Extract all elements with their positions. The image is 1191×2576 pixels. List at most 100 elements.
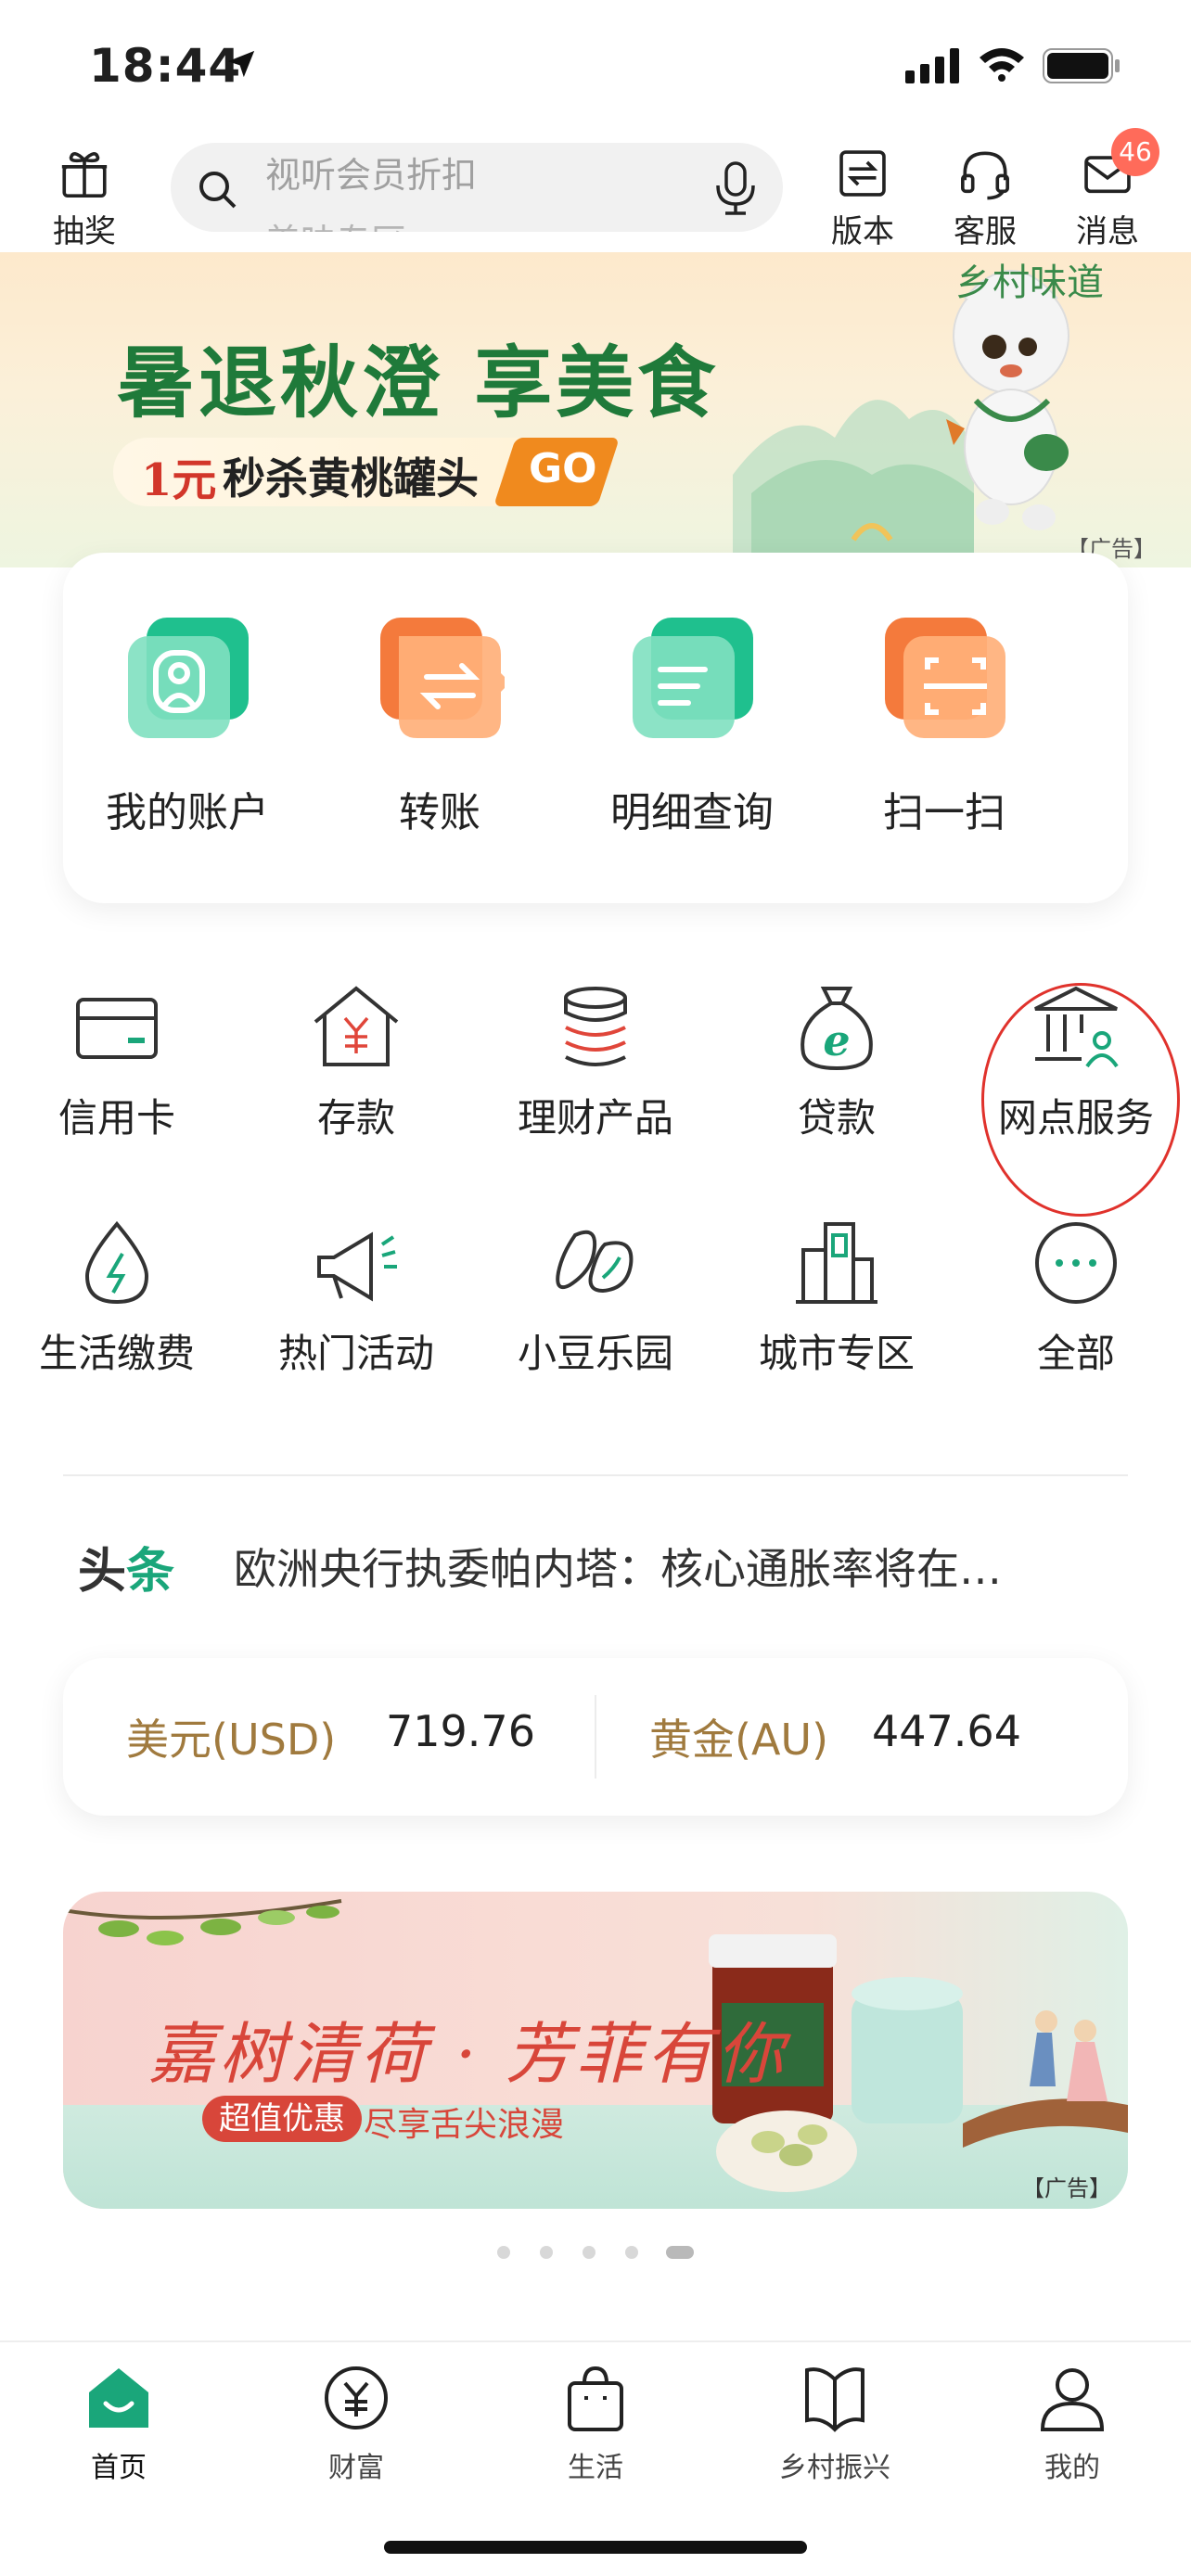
pager-dot[interactable] bbox=[625, 2246, 638, 2259]
service-label: 城市专区 bbox=[758, 1331, 915, 1376]
service-label: 贷款 bbox=[797, 1095, 876, 1141]
banner-go-label: GO bbox=[529, 445, 597, 492]
search-placeholder: 视听会员折扣 bbox=[265, 155, 478, 196]
banner-promo-price: 1元 bbox=[141, 454, 217, 506]
account-icon bbox=[128, 618, 249, 738]
bean-park-icon bbox=[556, 1230, 634, 1294]
search-input[interactable]: 视听会员折扣 美味专区 bbox=[171, 143, 783, 232]
search-placeholder-next: 美味专区 bbox=[265, 213, 406, 232]
pager-dot[interactable] bbox=[497, 2246, 510, 2259]
all-services-button[interactable]: 全部 bbox=[974, 1217, 1178, 1379]
pager-dot[interactable] bbox=[540, 2246, 553, 2259]
quick-action-label: 转账 bbox=[399, 789, 480, 836]
lottery-button[interactable]: 抽奖 bbox=[33, 147, 135, 250]
pager-dot-active[interactable] bbox=[666, 2246, 694, 2259]
tab-me[interactable]: 我的 bbox=[980, 2361, 1165, 2485]
mascot-illustration bbox=[733, 270, 1069, 558]
battery-icon bbox=[1043, 48, 1120, 83]
search-icon bbox=[199, 172, 237, 209]
tab-label: 财富 bbox=[328, 2452, 384, 2484]
credit-card-button[interactable]: 信用卡 bbox=[15, 981, 219, 1143]
svg-text:e: e bbox=[823, 1015, 850, 1065]
profile-icon bbox=[1040, 2368, 1105, 2431]
pager-dot[interactable] bbox=[583, 2246, 596, 2259]
quick-actions-card: 我的账户 转账 明细查询 扫一扫 bbox=[63, 553, 1128, 903]
service-label: 客服 bbox=[954, 213, 1017, 250]
quick-action-label: 扫一扫 bbox=[883, 789, 1005, 836]
bean-park-button[interactable]: 小豆乐园 bbox=[493, 1217, 698, 1379]
headline-tag-part: 头 bbox=[78, 1544, 127, 1600]
wealth-product-icon bbox=[564, 987, 627, 1066]
status-time: 18:44 bbox=[89, 39, 242, 93]
home-icon bbox=[89, 2368, 148, 2428]
utility-payment-button[interactable]: 生活缴费 bbox=[15, 1217, 219, 1379]
promo-ad-banner[interactable]: 嘉树清荷 · 芳菲有你 超值优惠 尽享舌尖浪漫 【广告】 bbox=[63, 1892, 1128, 2209]
banner-promo-text: 秒杀黄桃罐头 bbox=[223, 453, 479, 504]
annotation-circle bbox=[981, 983, 1180, 1217]
top-header: 抽奖 视听会员折扣 美味专区 版本 客服 消息 bbox=[0, 130, 1191, 250]
version-label: 版本 bbox=[831, 213, 894, 250]
service-label: 全部 bbox=[1036, 1331, 1115, 1376]
shopping-bag-icon bbox=[568, 2366, 623, 2431]
headline-text[interactable]: 欧洲央行执委帕内塔：核心通胀率将在… bbox=[234, 1536, 1096, 1597]
headline-tag-part: 条 bbox=[126, 1544, 175, 1600]
promo-title: 嘉树清荷 · 芳菲有你 bbox=[148, 2015, 788, 2093]
usd-value: 719.76 bbox=[386, 1706, 535, 1756]
utility-payment-icon bbox=[84, 1220, 149, 1305]
statement-query-button[interactable]: 明细查询 bbox=[599, 612, 785, 838]
version-button[interactable]: 版本 bbox=[812, 147, 914, 250]
loan-button[interactable]: e 贷款 bbox=[735, 981, 939, 1143]
banner-brand: 乡村味道 bbox=[955, 261, 1104, 304]
loan-icon: e bbox=[800, 987, 873, 1071]
tab-label: 我的 bbox=[1044, 2452, 1100, 2484]
promo-subtitle: 尽享舌尖浪漫 bbox=[364, 2106, 565, 2144]
deposit-icon bbox=[314, 986, 399, 1066]
tab-home[interactable]: 首页 bbox=[26, 2361, 211, 2485]
rates-card[interactable]: 美元(USD) 719.76 黄金(AU) 447.64 bbox=[63, 1658, 1128, 1816]
headline-tag: 头条 bbox=[78, 1532, 174, 1601]
top-ad-banner[interactable]: 乡村味道 暑退秋澄 享美食 1元 秒杀黄桃罐头 GO 【广告】 bbox=[0, 252, 1191, 567]
scan-icon bbox=[885, 618, 1005, 738]
megaphone-icon bbox=[317, 1231, 397, 1302]
scan-button[interactable]: 扫一扫 bbox=[852, 612, 1037, 838]
credit-card-icon bbox=[76, 998, 158, 1059]
wealth-icon bbox=[325, 2366, 388, 2429]
hot-activities-button[interactable]: 热门活动 bbox=[254, 1217, 458, 1379]
transfer-button[interactable]: 转账 bbox=[347, 612, 532, 838]
tab-wealth[interactable]: 财富 bbox=[263, 2361, 449, 2485]
banner-pager bbox=[497, 2242, 701, 2261]
tab-rural-revitalization[interactable]: 乡村振兴 bbox=[742, 2361, 928, 2485]
gold-value: 447.64 bbox=[872, 1706, 1021, 1756]
service-label: 热门活动 bbox=[277, 1331, 434, 1376]
tab-label: 生活 bbox=[568, 2452, 623, 2484]
lottery-label: 抽奖 bbox=[53, 213, 116, 250]
statement-icon bbox=[633, 618, 753, 738]
version-switch-icon bbox=[839, 150, 886, 197]
microphone-icon[interactable] bbox=[712, 161, 759, 215]
rates-separator bbox=[595, 1695, 596, 1779]
my-account-button[interactable]: 我的账户 bbox=[95, 612, 280, 838]
more-icon bbox=[1035, 1222, 1117, 1304]
deposit-button[interactable]: 存款 bbox=[254, 981, 458, 1143]
promo-chip: 超值优惠 bbox=[202, 2096, 362, 2142]
service-label: 信用卡 bbox=[58, 1095, 175, 1141]
transfer-icon bbox=[380, 618, 505, 738]
banner-title: 暑退秋澄 享美食 bbox=[117, 337, 720, 428]
city-zone-button[interactable]: 城市专区 bbox=[735, 1217, 939, 1379]
cellular-signal-icon bbox=[905, 48, 959, 83]
gold-label: 黄金(AU) bbox=[649, 1715, 829, 1765]
section-divider bbox=[63, 1474, 1128, 1476]
usd-label: 美元(USD) bbox=[126, 1715, 337, 1765]
tab-label: 乡村振兴 bbox=[779, 2452, 890, 2484]
gift-icon bbox=[61, 152, 108, 198]
message-count-badge: 46 bbox=[1111, 128, 1159, 176]
status-bar: 18:44 bbox=[0, 0, 1191, 130]
wealth-product-button[interactable]: 理财产品 bbox=[493, 981, 698, 1143]
tab-life[interactable]: 生活 bbox=[503, 2361, 688, 2485]
service-label: 生活缴费 bbox=[38, 1331, 195, 1376]
quick-action-label: 我的账户 bbox=[106, 789, 269, 836]
service-label: 小豆乐园 bbox=[517, 1331, 673, 1376]
ad-tag: 【广告】 bbox=[1022, 2175, 1111, 2201]
customer-service-button[interactable]: 客服 bbox=[934, 147, 1036, 250]
wifi-icon bbox=[980, 48, 1024, 82]
